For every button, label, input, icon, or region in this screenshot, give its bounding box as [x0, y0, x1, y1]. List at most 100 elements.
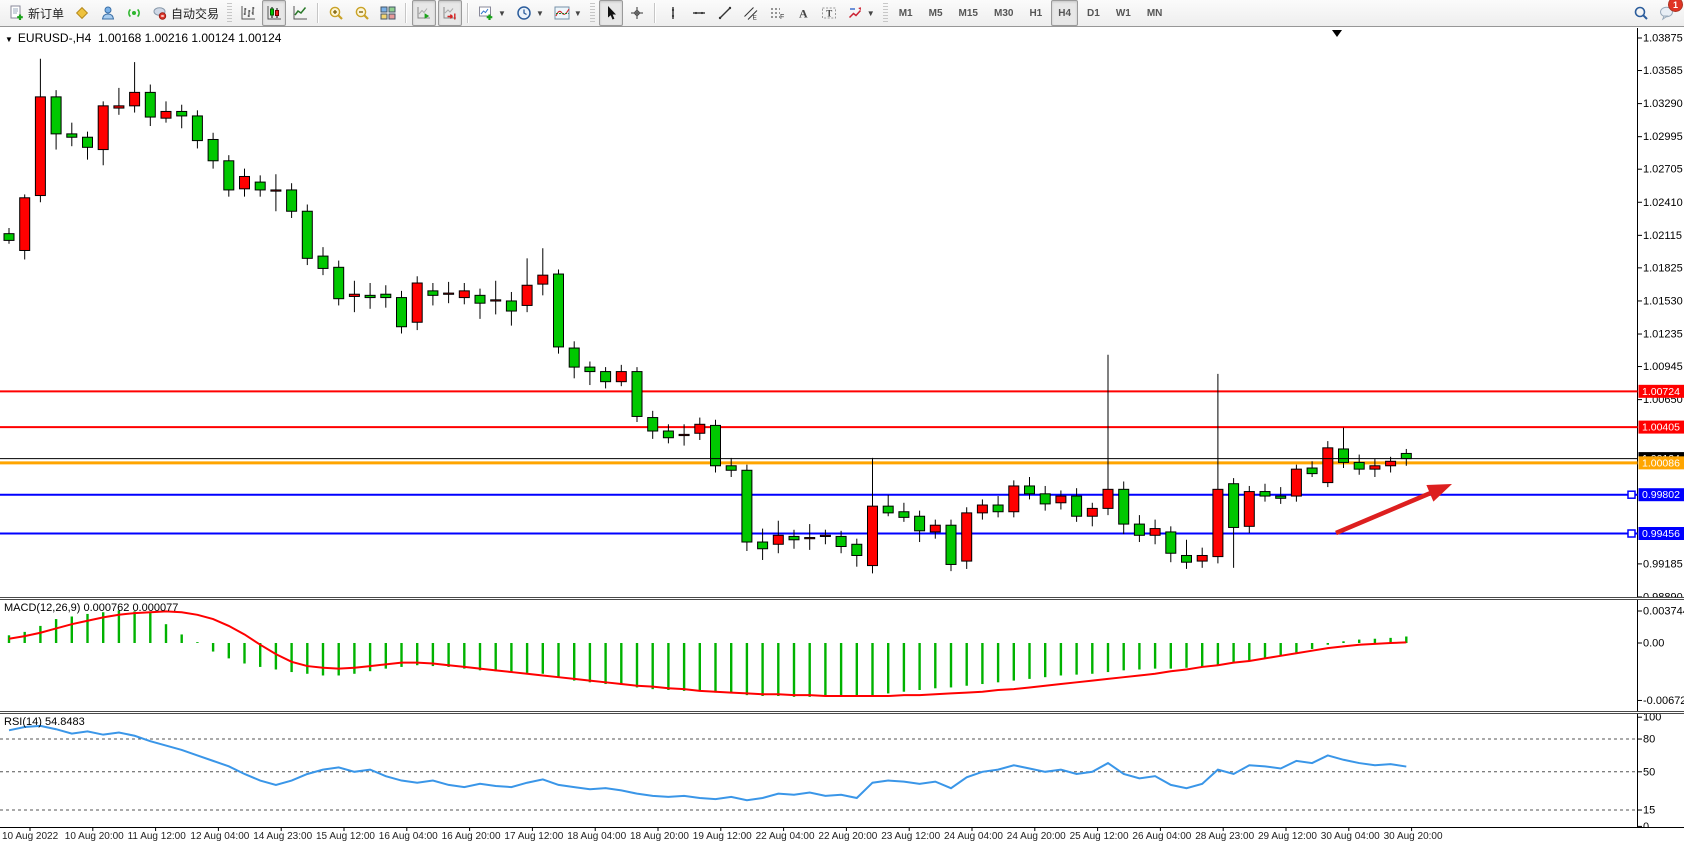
timeframe-m15[interactable]: M15 — [952, 0, 985, 26]
text-label-icon: T — [821, 5, 837, 21]
search-button[interactable] — [1629, 0, 1653, 26]
candle-body — [1134, 524, 1144, 535]
channel-tool-button[interactable]: E — [739, 0, 763, 26]
line-drag-handle[interactable] — [1628, 491, 1635, 498]
dropdown-caret-icon[interactable]: ▼ — [536, 9, 544, 18]
rsi-label: RSI(14) 54.8483 — [4, 716, 85, 728]
price-chart[interactable]: 1.038751.035851.032901.029951.027051.024… — [0, 28, 1684, 597]
toolbar-grip[interactable] — [590, 3, 595, 23]
candle-body — [1291, 469, 1301, 496]
candle-body — [98, 106, 108, 150]
line-drag-handle[interactable] — [1628, 530, 1635, 537]
timeframe-m30[interactable]: M30 — [987, 0, 1020, 26]
mql5-community-button[interactable] — [96, 0, 120, 26]
macd-label: MACD(12,26,9) 0.000762 0.000077 — [4, 602, 178, 614]
auto-trading-button-label: 自动交易 — [171, 5, 219, 22]
mql5-market-button[interactable] — [70, 0, 94, 26]
timeframe-d1[interactable]: D1 — [1080, 0, 1107, 26]
timeframe-w1[interactable]: W1 — [1109, 0, 1138, 26]
toolbar-separator — [654, 3, 656, 23]
candlestick-mode-button[interactable] — [262, 0, 286, 26]
time-axis-label: 22 Aug 20:00 — [818, 831, 877, 841]
timeframe-mn[interactable]: MN — [1140, 0, 1170, 26]
zoom-in-button[interactable] — [324, 0, 348, 26]
price-tick-label: 1.02115 — [1643, 230, 1682, 242]
svg-text:A: A — [799, 7, 808, 21]
time-axis-label: 10 Aug 2022 — [2, 831, 59, 841]
candle-body — [506, 301, 516, 311]
main-chart-panel[interactable]: 1.038751.035851.032901.029951.027051.024… — [0, 28, 1684, 597]
candle-body — [789, 536, 799, 539]
timeframe-h4-label: H4 — [1055, 8, 1074, 19]
chart-title: ▼EURUSD-,H4 1.00168 1.00216 1.00124 1.00… — [5, 31, 281, 45]
cursor-tool-button[interactable] — [599, 0, 623, 26]
candle-body — [161, 111, 171, 118]
new-chart-button[interactable]: ▼ — [474, 0, 510, 26]
price-tick-label: 1.03585 — [1643, 65, 1683, 77]
zoom-out-button[interactable] — [350, 0, 374, 26]
timeframe-m1[interactable]: M1 — [892, 0, 920, 26]
candle-body — [585, 367, 595, 371]
timeframe-h4[interactable]: H4 — [1051, 0, 1078, 26]
trendline-tool-button[interactable] — [713, 0, 737, 26]
collapse-triangle-icon[interactable]: ▼ — [5, 35, 13, 44]
candle-body — [240, 176, 250, 188]
macd-chart[interactable]: 0.0037440.00-0.006723 — [0, 600, 1684, 711]
candle-body — [1307, 468, 1317, 474]
candle-body — [601, 372, 611, 382]
doc-plus-icon — [9, 5, 25, 21]
time-axis-label: 19 Aug 12:00 — [693, 831, 752, 841]
crosshair-tool-button[interactable] — [625, 0, 649, 26]
candle-body — [459, 291, 469, 298]
fibonacci-tool-button[interactable]: F — [765, 0, 789, 26]
rsi-value: 54.8483 — [45, 716, 85, 728]
timeframe-h1[interactable]: H1 — [1022, 0, 1049, 26]
candle-body — [224, 161, 234, 190]
candle-body — [302, 211, 312, 258]
dropdown-caret-icon[interactable]: ▼ — [498, 9, 506, 18]
candle-body — [1072, 496, 1082, 516]
line-chart-mode-button[interactable] — [288, 0, 312, 26]
toolbar-grip[interactable] — [227, 3, 232, 23]
candle-body — [1386, 461, 1396, 465]
tile-windows-button[interactable] — [376, 0, 400, 26]
auto-scroll-button[interactable] — [412, 0, 436, 26]
candle-body — [852, 544, 862, 555]
candle-body — [977, 505, 987, 513]
trend-arrow-shaft[interactable] — [1336, 491, 1435, 533]
toolbar-grip[interactable] — [883, 3, 888, 23]
candle-body — [1339, 449, 1349, 462]
label-tool-button[interactable]: T — [817, 0, 841, 26]
dropdown-caret-icon[interactable]: ▼ — [867, 9, 875, 18]
rsi-panel[interactable]: 1008050150 RSI(14) 54.8483 — [0, 714, 1684, 828]
chart-shift-button[interactable] — [438, 0, 462, 26]
rsi-scale-label: 15 — [1643, 805, 1655, 817]
rsi-chart[interactable]: 1008050150 — [0, 714, 1684, 827]
indicators-button[interactable]: ▼ — [550, 0, 586, 26]
new-order-button[interactable]: 新订单 — [5, 0, 68, 26]
bar-chart-mode-button[interactable] — [236, 0, 260, 26]
newchart-icon — [478, 5, 494, 21]
candle-body — [522, 285, 532, 305]
timeframe-m5[interactable]: M5 — [922, 0, 950, 26]
candle-body — [1103, 489, 1113, 508]
arrows-tool-button[interactable]: ▼ — [843, 0, 879, 26]
candle-body — [616, 372, 626, 382]
candle-body — [67, 134, 77, 137]
trend-arrow-head[interactable] — [1426, 484, 1452, 502]
time-axis-label: 16 Aug 20:00 — [442, 831, 501, 841]
time-axis[interactable]: 10 Aug 202210 Aug 20:0011 Aug 12:0012 Au… — [0, 828, 1684, 841]
horizontal-line-tool-button[interactable] — [687, 0, 711, 26]
auto-trading-button[interactable]: 自动交易 — [148, 0, 223, 26]
profiles-button[interactable]: ▼ — [512, 0, 548, 26]
signals-button[interactable] — [122, 0, 146, 26]
notifications-button[interactable]: 1 — [1655, 0, 1679, 26]
text-tool-button[interactable]: A — [791, 0, 815, 26]
price-badge-value: 1.00724 — [1642, 386, 1680, 398]
macd-panel[interactable]: 0.0037440.00-0.006723 MACD(12,26,9) 0.00… — [0, 600, 1684, 711]
channel-icon: E — [743, 5, 759, 21]
signal-icon — [126, 5, 142, 21]
dropdown-caret-icon[interactable]: ▼ — [574, 9, 582, 18]
candle-body — [1119, 489, 1129, 524]
vertical-line-tool-button[interactable] — [661, 0, 685, 26]
